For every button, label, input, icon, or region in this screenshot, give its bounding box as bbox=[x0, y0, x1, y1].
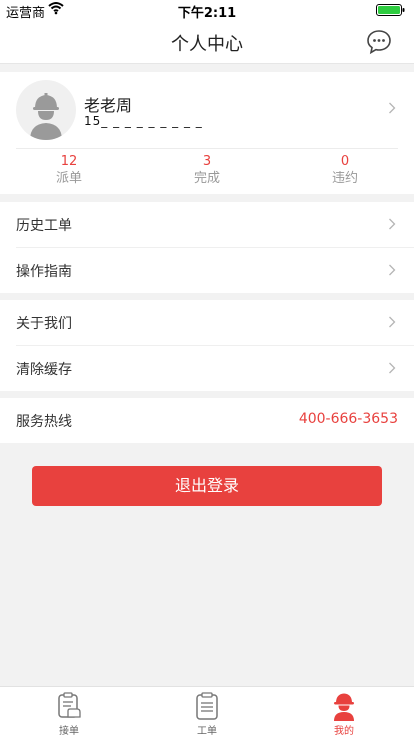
stat-violations[interactable]: 0 违约 bbox=[295, 154, 395, 188]
hotline-group: 服务热线 400-666-3653 bbox=[0, 398, 414, 443]
logout-button[interactable]: 退出登录 bbox=[32, 466, 382, 506]
status-bar: 运营商 下午2:11 bbox=[0, 0, 414, 21]
tab-label: 接单 bbox=[59, 726, 79, 736]
tab-bar: 接单 工单 我的 bbox=[0, 686, 414, 736]
stat-value: 0 bbox=[340, 154, 350, 169]
menu-item-clear-cache[interactable]: 清除缓存 bbox=[0, 346, 414, 391]
page-title: 个人中心 bbox=[171, 34, 243, 55]
worker-helmet-icon bbox=[334, 693, 354, 721]
avatar bbox=[16, 80, 76, 140]
menu-group-orders: 历史工单 操作指南 bbox=[0, 202, 414, 293]
menu-item-history-orders[interactable]: 历史工单 bbox=[0, 202, 414, 247]
stat-completed[interactable]: 3 完成 bbox=[157, 154, 257, 188]
stat-label: 派单 bbox=[55, 171, 82, 186]
hotline-label: 服务热线 bbox=[16, 414, 72, 430]
tab-mine[interactable]: 我的 bbox=[314, 691, 374, 736]
stat-label: 完成 bbox=[193, 171, 220, 186]
divider bbox=[16, 148, 398, 149]
chevron-right-icon bbox=[389, 316, 396, 328]
clipboard-icon bbox=[196, 692, 218, 720]
chat-bubble-icon[interactable] bbox=[366, 29, 392, 55]
tab-receive-orders[interactable]: 接单 bbox=[39, 691, 99, 736]
hotline-number[interactable]: 400-666-3653 bbox=[299, 411, 398, 427]
nav-bar: 个人中心 bbox=[0, 20, 414, 64]
menu-item-about-us[interactable]: 关于我们 bbox=[0, 300, 414, 345]
chevron-right-icon bbox=[389, 218, 396, 230]
profile-card[interactable]: 老老周 15_ _ _ _ _ _ _ _ _ 12 派单 3 完成 0 违约 bbox=[0, 72, 414, 194]
stat-value: 3 bbox=[202, 154, 212, 169]
menu-item-label: 关于我们 bbox=[16, 316, 72, 332]
menu-item-guide[interactable]: 操作指南 bbox=[0, 248, 414, 293]
menu-group-settings: 关于我们 清除缓存 bbox=[0, 300, 414, 391]
worker-avatar-icon bbox=[30, 93, 62, 140]
menu-item-label: 清除缓存 bbox=[16, 362, 72, 378]
stat-label: 违约 bbox=[331, 171, 358, 186]
stat-dispatched[interactable]: 12 派单 bbox=[19, 154, 119, 188]
user-phone: 15_ _ _ _ _ _ _ _ _ bbox=[84, 114, 203, 128]
receive-order-icon bbox=[58, 692, 81, 718]
chevron-right-icon bbox=[389, 362, 396, 374]
menu-item-label: 操作指南 bbox=[16, 264, 72, 280]
tab-label: 工单 bbox=[197, 726, 217, 736]
menu-item-label: 历史工单 bbox=[16, 218, 72, 234]
user-name: 老老周 bbox=[84, 96, 133, 115]
clock: 下午2:11 bbox=[177, 6, 237, 21]
battery-icon bbox=[376, 4, 405, 16]
chevron-right-icon bbox=[389, 264, 396, 276]
tab-label: 我的 bbox=[334, 726, 354, 736]
hotline-row[interactable]: 服务热线 400-666-3653 bbox=[0, 398, 414, 443]
stat-value: 12 bbox=[60, 154, 78, 169]
chevron-right-icon bbox=[389, 102, 396, 114]
tab-work-orders[interactable]: 工单 bbox=[177, 691, 237, 736]
